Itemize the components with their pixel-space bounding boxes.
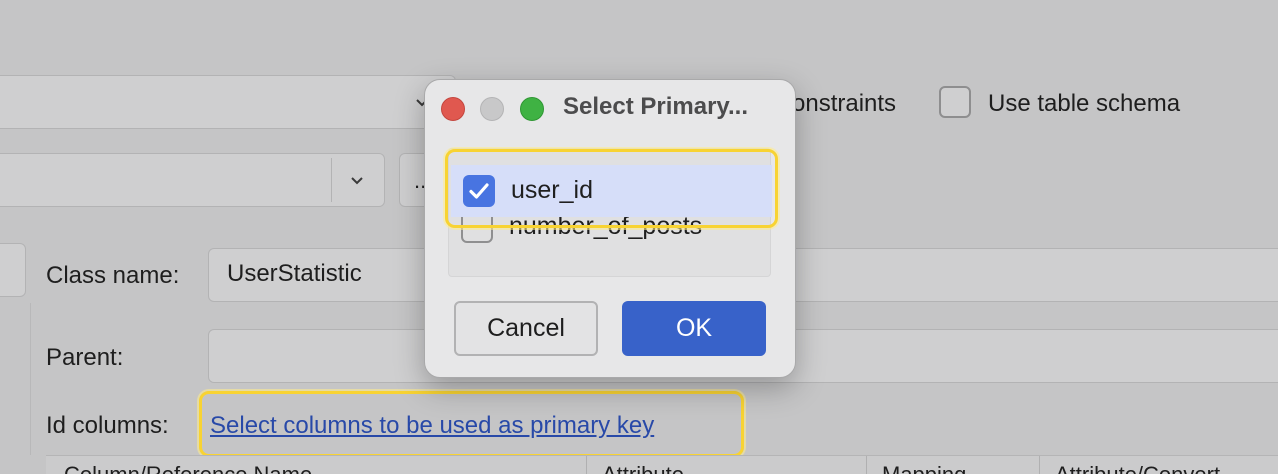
table-header-cell[interactable]: Mapping <box>882 462 966 474</box>
select-primary-key-link[interactable]: Select columns to be used as primary key <box>210 412 654 440</box>
column-divider[interactable] <box>866 456 867 474</box>
ok-button[interactable]: OK <box>622 301 766 356</box>
columns-table-header: Column/Reference Name Attribute Mapping … <box>46 455 1278 474</box>
item-label: user_id <box>511 176 593 204</box>
list-item-user-id[interactable]: user_id <box>451 165 772 217</box>
column-divider[interactable] <box>586 456 587 474</box>
left-panel-edge <box>0 243 26 297</box>
parent-label: Parent: <box>46 344 124 371</box>
chevron-down-icon <box>350 176 364 186</box>
second-combo[interactable] <box>0 153 385 207</box>
minimize-window-button[interactable] <box>480 97 504 121</box>
table-header-cell[interactable]: Attribute/Convert <box>1055 462 1220 474</box>
combo-divider <box>331 158 332 202</box>
checkmark-icon <box>469 183 489 199</box>
class-name-label: Class name: <box>46 262 180 289</box>
id-columns-label: Id columns: <box>46 412 169 439</box>
left-panel-line <box>30 303 31 455</box>
table-header-cell[interactable]: Attribute <box>602 462 684 474</box>
table-header-cell[interactable]: Column/Reference Name <box>64 462 312 474</box>
cancel-button[interactable]: Cancel <box>454 301 598 356</box>
dialog-title: Select Primary... <box>563 93 748 120</box>
use-table-schema-label: Use table schema <box>988 90 1181 117</box>
constraints-label: onstraints <box>792 90 897 117</box>
top-combo[interactable] <box>0 75 456 129</box>
checkbox-checked[interactable] <box>463 175 495 207</box>
close-window-button[interactable] <box>441 97 465 121</box>
zoom-window-button[interactable] <box>520 97 544 121</box>
column-divider[interactable] <box>1039 456 1040 474</box>
select-primary-key-dialog: Select Primary... number_of_posts user_i… <box>424 79 796 378</box>
use-table-schema-checkbox[interactable] <box>939 86 971 118</box>
